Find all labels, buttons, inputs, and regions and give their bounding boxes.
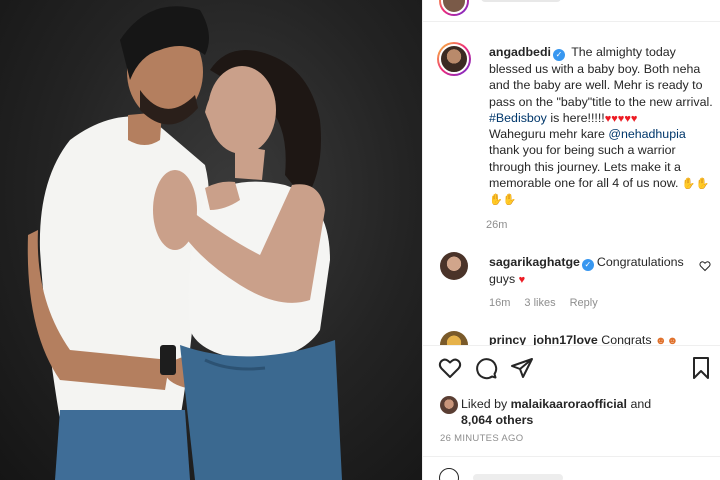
caption-text: and the baby are well. Mehr is ready to (489, 78, 703, 93)
hashtag-link[interactable]: #Bedisboy (489, 111, 547, 125)
commenter-avatar[interactable] (440, 331, 468, 345)
red-heart-emoji-icon: ♥ (518, 274, 526, 286)
header-avatar[interactable] (439, 0, 469, 16)
bookmark-icon[interactable] (689, 356, 713, 380)
caption-text: through this journey. Lets make it a (489, 159, 681, 174)
caption-text: Waheguru mehr kare (489, 127, 609, 142)
paper-plane-icon[interactable] (510, 356, 534, 380)
header-strip (423, 0, 720, 22)
comment-text: guys (489, 272, 516, 286)
couple-photo-illustration (27, 6, 342, 480)
caption-text: memorable one for all 4 of us now. (489, 176, 679, 191)
comment-item: sagarikaghatge ✓ Congratulations guys ♥ (489, 254, 689, 287)
caption-text: pass on the "baby"title to the new arriv… (489, 94, 713, 109)
comment-meta: 16m 3 likes Reply (489, 297, 612, 309)
liker-username[interactable]: malaikaaroraofficial (511, 397, 627, 411)
comment-time: 16m (489, 297, 511, 309)
liked-by-prefix: Liked by (461, 397, 511, 411)
commenter-avatar[interactable] (440, 252, 468, 280)
comment-likes-link[interactable]: 3 likes (524, 297, 555, 309)
add-comment-input[interactable] (473, 474, 563, 480)
comment-bubble-icon[interactable] (474, 356, 498, 380)
post-caption: angadbedi ✓ The almighty today blessed us… (489, 44, 714, 208)
actions-divider (423, 345, 720, 346)
prayer-hands-emoji-icon: ✋✋ (681, 178, 710, 191)
emoji-picker-icon[interactable] (439, 468, 459, 480)
caption-text: blessed us with a baby boy. Both neha (489, 62, 701, 76)
post-timestamp: 26 MINUTES AGO (440, 433, 524, 444)
caption-text: thank you for being such a warrior (489, 143, 676, 158)
post-side-panel: angadbedi ✓ The almighty today blessed us… (422, 0, 720, 480)
comment-like-heart-icon[interactable] (699, 260, 711, 272)
header-username-clipped (481, 0, 561, 2)
folded-hands-emoji-icon: ✋✋ (489, 194, 517, 207)
verified-icon: ✓ (581, 259, 594, 271)
caption-username[interactable]: angadbedi (489, 45, 551, 59)
comment-item-clipped: princy_john17love Congrats ☻☻ (423, 326, 720, 345)
caption-text: is here!!!!! (546, 110, 605, 125)
liked-by-text[interactable]: Liked by malaikaaroraofficial and 8,064 … (461, 396, 701, 428)
heart-eyes-emoji-icon: ☻☻ (655, 335, 679, 345)
red-heart-emoji-icon: ♥♥♥♥♥ (604, 112, 638, 125)
caption-text: The almighty today (571, 45, 676, 59)
comment-username[interactable]: princy_john17love (489, 333, 598, 345)
verified-icon: ✓ (552, 49, 565, 61)
comment-box-divider (423, 456, 720, 457)
comment-text-line: princy_john17love Congrats ☻☻ (489, 332, 719, 345)
post-photo[interactable] (0, 0, 422, 480)
author-avatar[interactable] (437, 42, 471, 76)
liked-by-and: and (627, 397, 652, 411)
comment-text: Congrats (601, 333, 652, 345)
comment-username[interactable]: sagarikaghatge (489, 255, 580, 269)
mention-link[interactable]: @nehadhupia (608, 127, 685, 141)
caption-time: 26m (486, 219, 508, 231)
like-heart-icon[interactable] (438, 356, 462, 380)
liker-avatar[interactable] (440, 396, 458, 414)
comment-text: Congratulations (596, 255, 684, 269)
likes-count[interactable]: 8,064 others (461, 413, 533, 427)
reply-link[interactable]: Reply (570, 297, 598, 309)
